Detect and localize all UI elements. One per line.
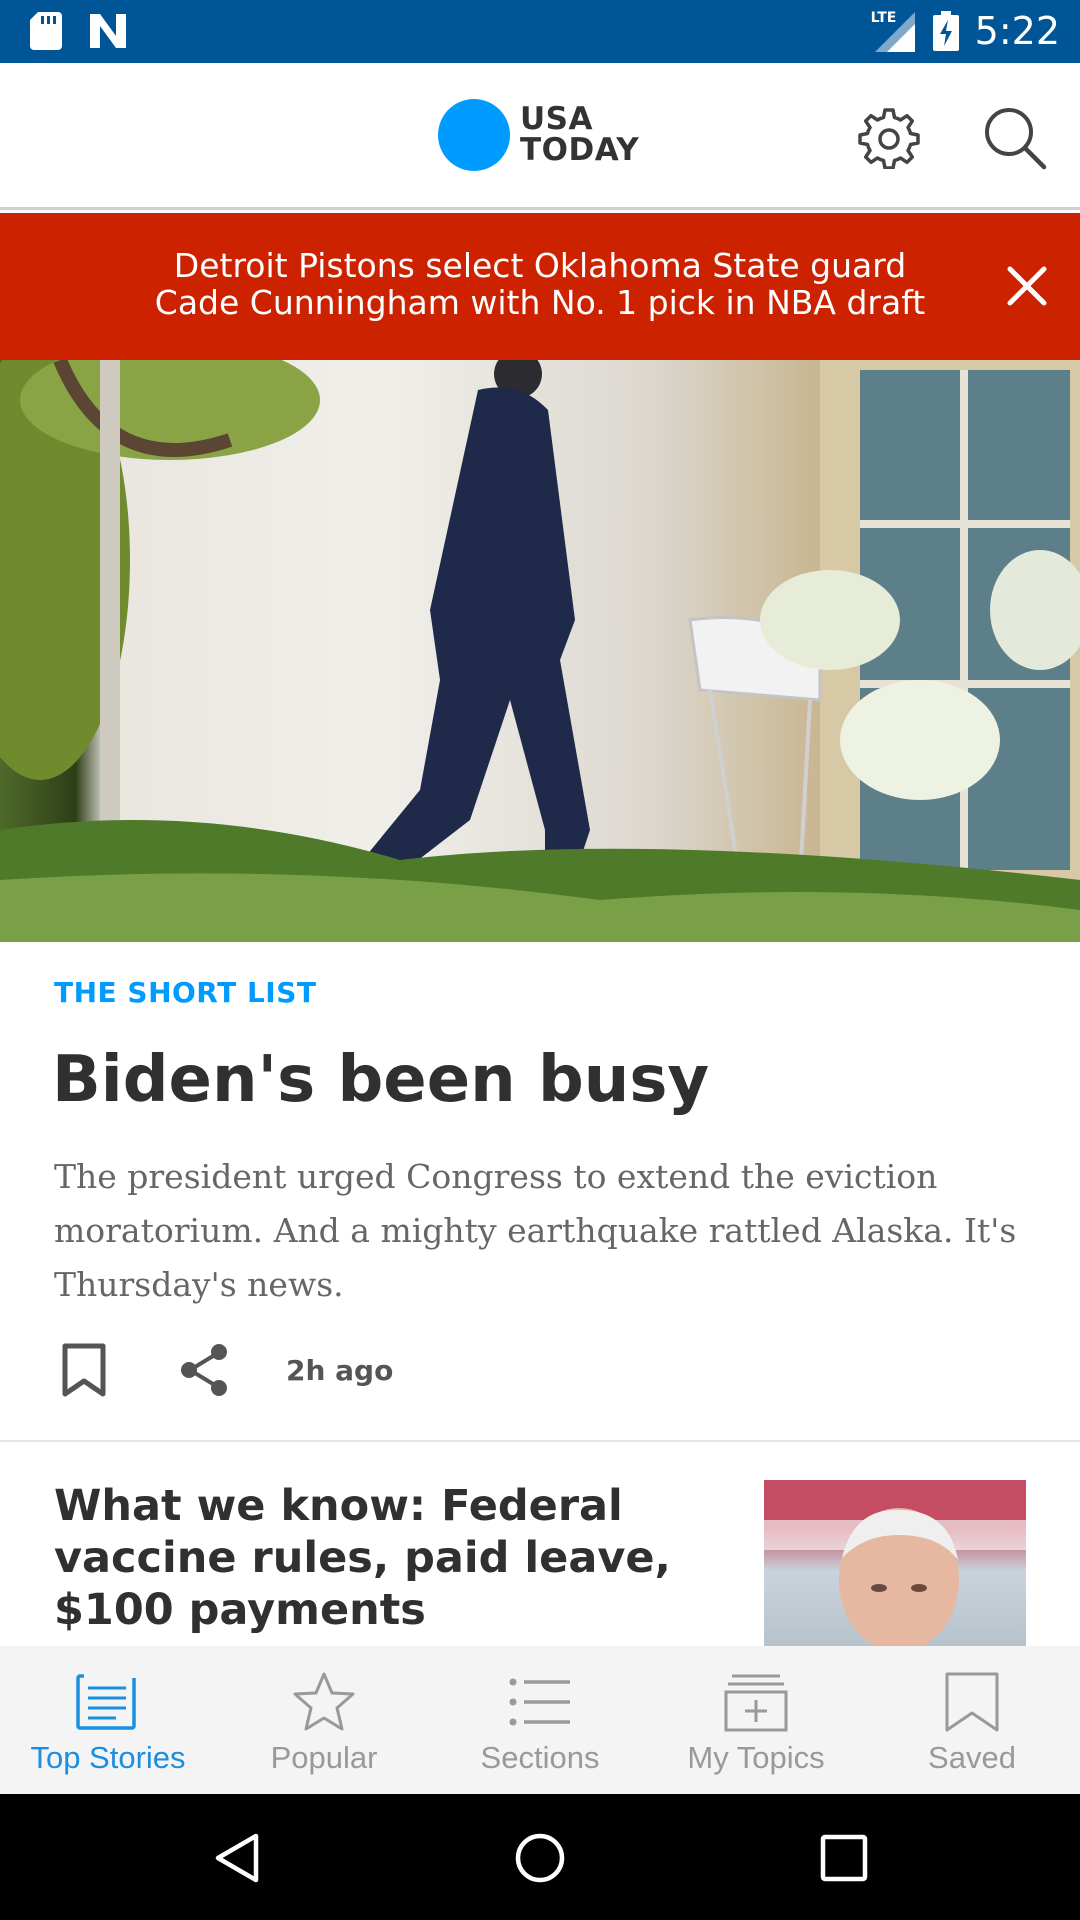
back-icon xyxy=(215,1833,259,1883)
battery-charging-icon xyxy=(932,11,959,51)
close-icon xyxy=(1007,266,1047,306)
bookmark-icon xyxy=(62,1343,106,1397)
nav-label: Sections xyxy=(480,1740,600,1775)
my-topics-icon xyxy=(724,1670,788,1734)
bookmark-icon xyxy=(940,1670,1004,1734)
status-bar-left xyxy=(30,12,128,50)
lead-story-image[interactable] xyxy=(0,360,1080,942)
home-icon xyxy=(515,1833,565,1883)
nav-my-topics[interactable]: My Topics xyxy=(648,1646,864,1794)
nav-popular[interactable]: Popular xyxy=(216,1646,432,1794)
nav-label: Top Stories xyxy=(30,1740,186,1775)
back-button[interactable] xyxy=(206,1828,266,1888)
n-notification-icon xyxy=(90,14,126,48)
nav-label: Saved xyxy=(928,1740,1016,1775)
recents-button[interactable] xyxy=(814,1828,874,1888)
nav-sections[interactable]: Sections xyxy=(432,1646,648,1794)
status-time: 5:22 xyxy=(974,9,1060,53)
story-actions: 2h ago xyxy=(54,1340,393,1400)
bottom-nav: Top Stories Popular Sections My Topics S… xyxy=(0,1646,1080,1794)
share-button[interactable] xyxy=(174,1340,234,1400)
story-thumbnail[interactable] xyxy=(764,1480,1026,1646)
story-headline[interactable]: What we know: Federal vaccine rules, pai… xyxy=(54,1480,694,1636)
settings-button[interactable] xyxy=(854,103,924,173)
status-bar: LTE 5:22 xyxy=(0,0,1080,63)
top-stories-icon xyxy=(76,1670,140,1734)
thumbnail-photo xyxy=(764,1480,1026,1646)
home-button[interactable] xyxy=(510,1828,570,1888)
bookmark-button[interactable] xyxy=(54,1340,114,1400)
breaking-news-banner[interactable]: Detroit Pistons select Oklahoma State gu… xyxy=(0,213,1080,360)
system-nav-bar xyxy=(0,1794,1080,1920)
story-age: 2h ago xyxy=(286,1353,394,1387)
usa-today-logo[interactable]: USA TODAY xyxy=(438,99,639,171)
hero-photo xyxy=(0,360,1080,942)
search-button[interactable] xyxy=(980,103,1050,173)
lte-signal-icon: LTE xyxy=(871,8,917,54)
nav-saved[interactable]: Saved xyxy=(864,1646,1080,1794)
banner-line-1: Detroit Pistons select Oklahoma State gu… xyxy=(173,246,907,285)
logo-line-2: TODAY xyxy=(520,132,640,168)
share-icon xyxy=(181,1344,227,1396)
logo-text: USA TODAY xyxy=(520,104,639,166)
story-divider xyxy=(0,1440,1080,1442)
list-icon xyxy=(508,1670,572,1734)
logo-line-1: USA xyxy=(520,101,593,137)
sd-card-icon xyxy=(30,12,62,50)
lead-story-headline[interactable]: Biden's been busy xyxy=(52,1040,709,1120)
nav-label: My Topics xyxy=(687,1740,825,1775)
banner-close-button[interactable] xyxy=(1004,263,1050,309)
banner-line-2: Cade Cunningham with No. 1 pick in NBA d… xyxy=(154,283,926,322)
nav-top-stories[interactable]: Top Stories xyxy=(0,1646,216,1794)
banner-text[interactable]: Detroit Pistons select Oklahoma State gu… xyxy=(100,247,980,321)
story-kicker[interactable]: THE SHORT LIST xyxy=(54,976,317,1009)
star-icon xyxy=(292,1670,356,1734)
logo-dot xyxy=(438,99,510,171)
nav-label: Popular xyxy=(270,1740,378,1775)
recents-icon xyxy=(820,1834,868,1882)
search-icon xyxy=(985,108,1047,170)
app-header: USA TODAY xyxy=(0,63,1080,210)
status-bar-right: LTE 5:22 xyxy=(871,8,1060,54)
gear-icon xyxy=(858,108,920,169)
lead-story-summary[interactable]: The president urged Congress to extend t… xyxy=(54,1150,1044,1312)
